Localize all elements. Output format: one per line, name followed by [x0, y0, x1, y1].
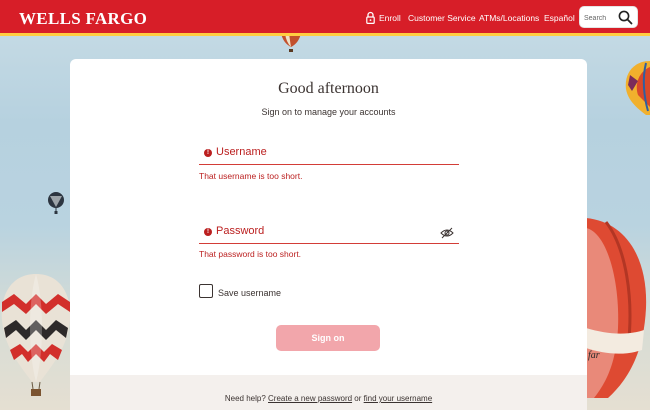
top-header: WELLS FARGO Enroll Customer Service ATMs…	[0, 0, 650, 36]
hot-air-balloon-top	[281, 33, 301, 52]
save-username-label[interactable]: Save username	[218, 288, 281, 298]
nav-enroll-label: Enroll	[379, 13, 401, 23]
save-username-checkbox[interactable]	[199, 284, 213, 298]
username-field: ! Username	[199, 143, 459, 165]
sign-on-card: Good afternoon Sign on to manage your ac…	[70, 59, 587, 410]
hot-air-balloon-left	[1, 274, 71, 396]
find-username-link[interactable]: find your username	[364, 394, 432, 403]
nav-customer-service[interactable]: Customer Service	[408, 11, 476, 25]
card-footer	[70, 375, 587, 410]
wells-fargo-logo[interactable]: WELLS FARGO	[19, 9, 147, 29]
nav-customer-service-label: Customer Service	[408, 13, 476, 23]
username-error-message: That username is too short.	[199, 171, 303, 181]
create-password-link[interactable]: Create a new password	[268, 394, 352, 403]
nav-enroll[interactable]: Enroll	[379, 11, 401, 25]
hot-air-balloon-small	[48, 192, 64, 214]
nav-atms-locations-label: ATMs/Locations	[479, 13, 540, 23]
sign-on-subheading: Sign on to manage your accounts	[261, 107, 396, 117]
nav-espanol[interactable]: Español	[544, 11, 575, 25]
nav-espanol-label: Español	[544, 13, 575, 23]
help-prefix: Need help?	[224, 394, 266, 403]
search-input[interactable]	[584, 11, 618, 25]
search-icon[interactable]	[618, 10, 633, 25]
eye-slash-icon[interactable]	[440, 227, 454, 239]
nav-atms-locations[interactable]: ATMs/Locations	[479, 11, 539, 25]
greeting-heading: Good afternoon	[278, 80, 379, 97]
lock-icon	[366, 11, 375, 24]
help-or: or	[354, 394, 362, 403]
hot-air-balloon-right-top	[625, 61, 650, 115]
sign-on-button[interactable]: Sign on	[276, 325, 380, 351]
balloon-lettering: far	[588, 350, 600, 361]
help-links: Need help? Create a new password or find…	[70, 394, 587, 403]
username-input[interactable]	[199, 143, 459, 164]
password-field: ! Password	[199, 222, 459, 244]
password-input[interactable]	[199, 222, 459, 243]
password-error-message: That password is too short.	[199, 249, 302, 259]
search-box	[579, 6, 638, 28]
hot-air-balloon-right-bottom: far	[586, 218, 647, 398]
